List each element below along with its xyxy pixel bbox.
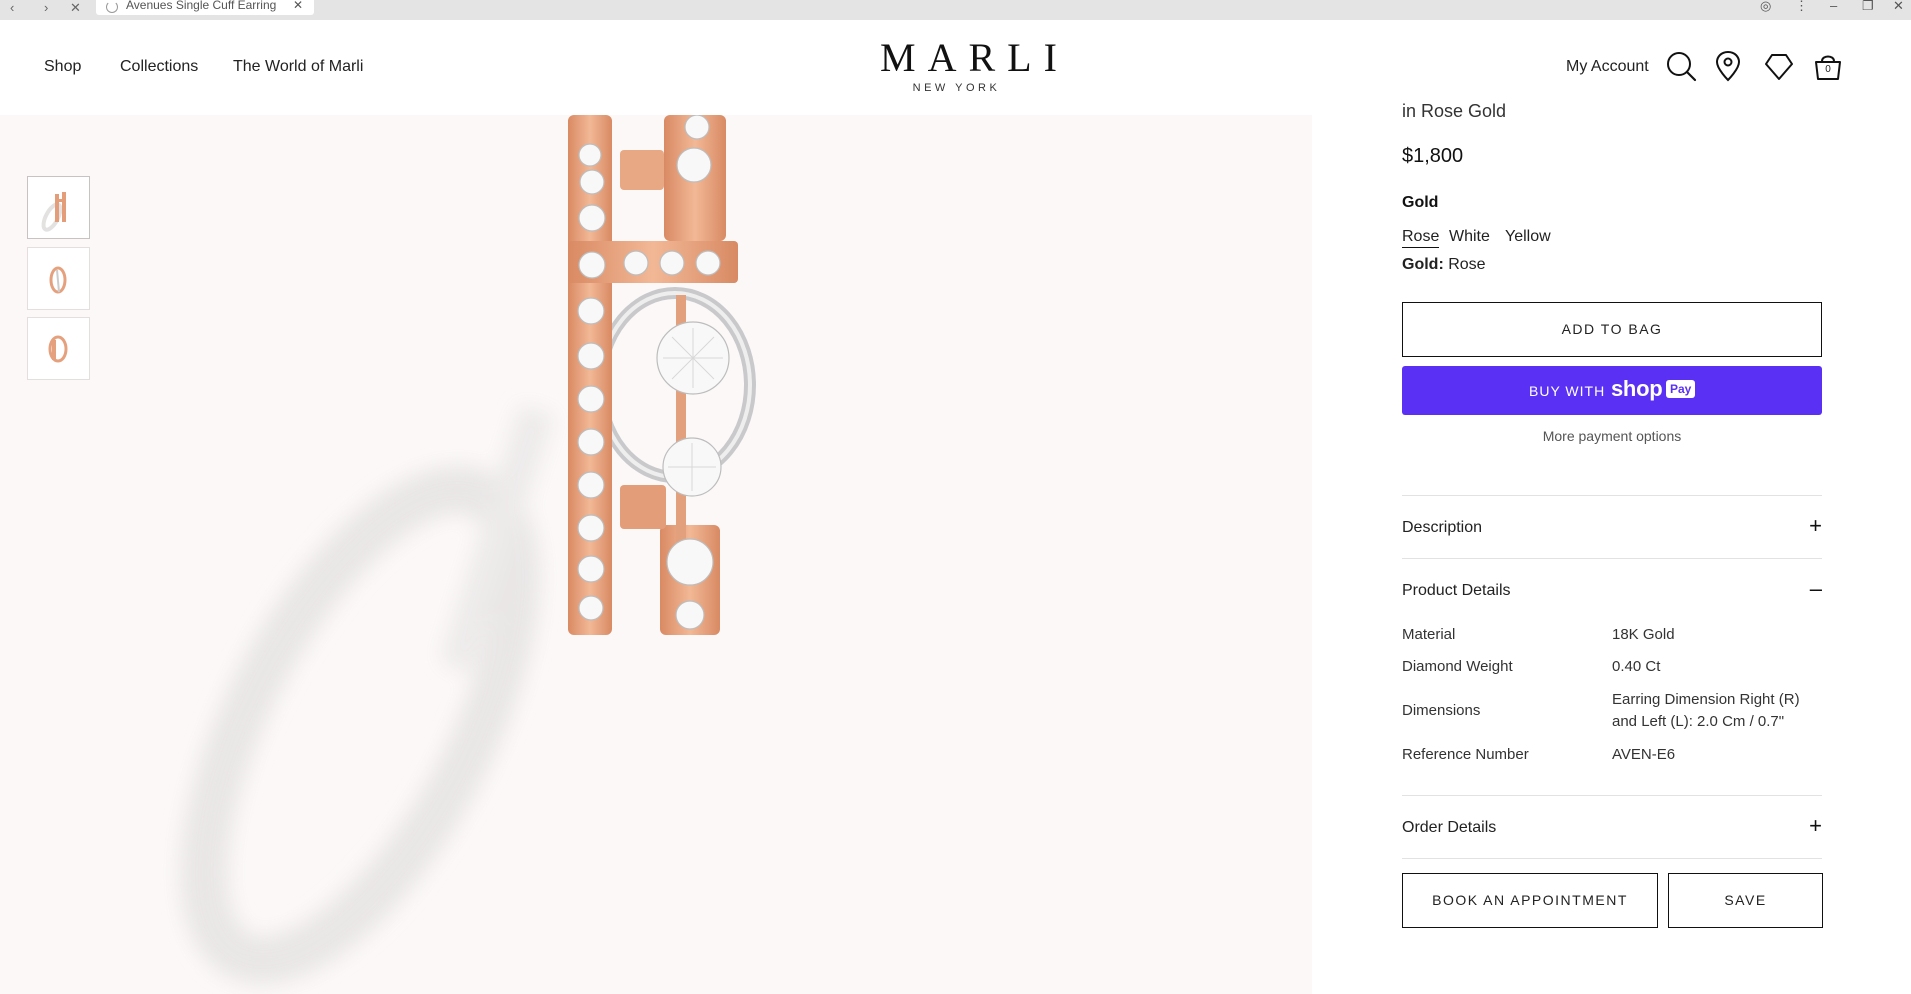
- minimize-icon[interactable]: –: [1830, 0, 1837, 13]
- window-close-icon[interactable]: ✕: [1893, 0, 1904, 14]
- spec-label-material: Material: [1402, 626, 1456, 643]
- thumbnail-1[interactable]: [27, 176, 90, 239]
- selected-option-value: Rose: [1448, 256, 1486, 273]
- brand-logo[interactable]: MARLI NEW YORK: [868, 35, 1069, 95]
- buy-with-label: BUY WITH: [1529, 383, 1606, 399]
- accordion-order-details[interactable]: Order Details +: [1402, 813, 1822, 849]
- plus-icon: +: [1809, 813, 1822, 838]
- shop-wordmark: shop: [1611, 376, 1663, 401]
- wishlist-diamond-icon[interactable]: [1762, 49, 1796, 83]
- selected-option-label: Gold:: [1402, 256, 1444, 273]
- browser-tab[interactable]: Avenues Single Cuff Earring ✕: [96, 0, 314, 15]
- my-account-link[interactable]: My Account: [1566, 58, 1649, 76]
- product-subtitle: in Rose Gold: [1402, 101, 1507, 121]
- selected-option: Gold: Rose: [1402, 256, 1486, 274]
- option-title: Gold: [1402, 194, 1439, 211]
- logo-wordmark: MARLI: [880, 35, 1069, 80]
- spec-value-diamond-weight: 0.40 Ct: [1612, 658, 1661, 675]
- more-payment-options-link[interactable]: More payment options: [1402, 428, 1822, 444]
- spec-label-dimensions: Dimensions: [1402, 702, 1481, 719]
- location-pin-icon[interactable]: [1711, 49, 1745, 83]
- spec-value-dimensions: Earring Dimension Right (R) and Left (L)…: [1612, 691, 1800, 730]
- plus-icon: +: [1809, 513, 1822, 538]
- product-main-image[interactable]: [0, 115, 1312, 994]
- accordion-description[interactable]: Description +: [1402, 513, 1822, 549]
- thumbnail-image: [49, 266, 67, 294]
- divider: [1402, 858, 1822, 859]
- spec-value-reference-number: AVEN-E6: [1612, 746, 1676, 763]
- back-icon[interactable]: ‹: [10, 1, 14, 15]
- product-gallery: [0, 115, 1312, 994]
- shop-pay-button[interactable]: BUY WITH shop Pay: [1402, 366, 1822, 415]
- minus-icon: –: [1809, 576, 1822, 601]
- spec-label-reference-number: Reference Number: [1402, 746, 1529, 763]
- thumbnail-2[interactable]: [27, 247, 90, 310]
- logo-subline: NEW YORK: [912, 82, 1001, 94]
- browser-chrome: ‹ › ✕ Avenues Single Cuff Earring ✕ ◎ ⋮ …: [0, 0, 1911, 20]
- nav-shop[interactable]: Shop: [44, 58, 81, 76]
- save-button[interactable]: SAVE: [1668, 873, 1823, 928]
- accordion-label: Description: [1402, 519, 1483, 536]
- accordion-label: Order Details: [1402, 819, 1497, 836]
- book-appointment-button[interactable]: BOOK AN APPOINTMENT: [1402, 873, 1658, 928]
- bag-button[interactable]: 0: [1811, 49, 1845, 83]
- thumbnail-3[interactable]: [27, 317, 90, 380]
- restore-icon[interactable]: ❐: [1862, 0, 1874, 14]
- accordion-product-details[interactable]: Product Details –: [1402, 576, 1822, 612]
- globe-icon[interactable]: ◎: [1760, 0, 1771, 14]
- divider: [1402, 795, 1822, 796]
- accordion-label: Product Details: [1402, 582, 1511, 599]
- spec-value-material: 18K Gold: [1612, 626, 1675, 643]
- pay-badge: Pay: [1666, 380, 1696, 398]
- option-rose[interactable]: Rose: [1402, 228, 1440, 248]
- loading-spinner-icon: [106, 1, 118, 13]
- nav-collections[interactable]: Collections: [120, 58, 198, 76]
- thumbnail-image: [48, 335, 68, 363]
- stop-icon[interactable]: ✕: [70, 1, 81, 15]
- option-white[interactable]: White: [1449, 228, 1490, 246]
- spec-label-diamond-weight: Diamond Weight: [1402, 658, 1513, 675]
- tab-close-icon[interactable]: ✕: [293, 0, 303, 11]
- option-yellow[interactable]: Yellow: [1505, 228, 1551, 246]
- search-icon[interactable]: [1664, 49, 1698, 83]
- divider: [1402, 495, 1822, 496]
- bag-count: 0: [1825, 64, 1831, 75]
- menu-icon[interactable]: ⋮: [1795, 0, 1808, 14]
- product-price: $1,800: [1402, 145, 1464, 167]
- thumbnail-image: [41, 192, 66, 232]
- add-to-bag-button[interactable]: ADD TO BAG: [1402, 302, 1822, 357]
- site-header: Shop Collections The World of Marli MARL…: [0, 20, 1911, 115]
- divider: [1402, 558, 1822, 559]
- tab-title: Avenues Single Cuff Earring: [126, 0, 277, 12]
- forward-icon[interactable]: ›: [44, 1, 48, 15]
- nav-world-of-marli[interactable]: The World of Marli: [233, 58, 363, 76]
